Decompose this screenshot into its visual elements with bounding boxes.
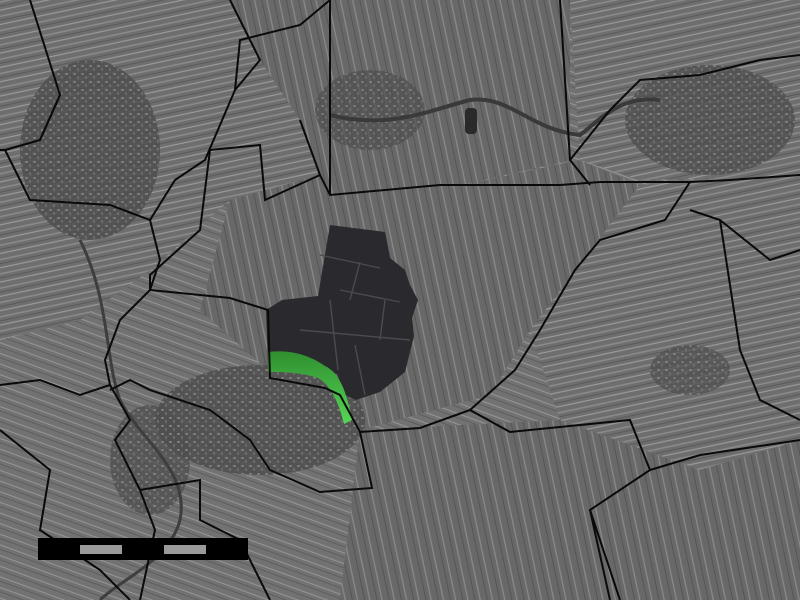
town-area-west	[20, 60, 160, 240]
pond	[465, 108, 477, 134]
town-area-north	[315, 70, 425, 150]
aerial-map[interactable]	[0, 0, 800, 600]
village-area-east	[650, 345, 730, 395]
scale-bar-segment-light	[164, 545, 206, 554]
scale-bar	[38, 538, 248, 560]
map-view[interactable]	[0, 0, 800, 600]
town-area-northeast	[625, 65, 795, 175]
scale-bar-segment-light	[80, 545, 122, 554]
town-area-southwest	[110, 405, 190, 515]
